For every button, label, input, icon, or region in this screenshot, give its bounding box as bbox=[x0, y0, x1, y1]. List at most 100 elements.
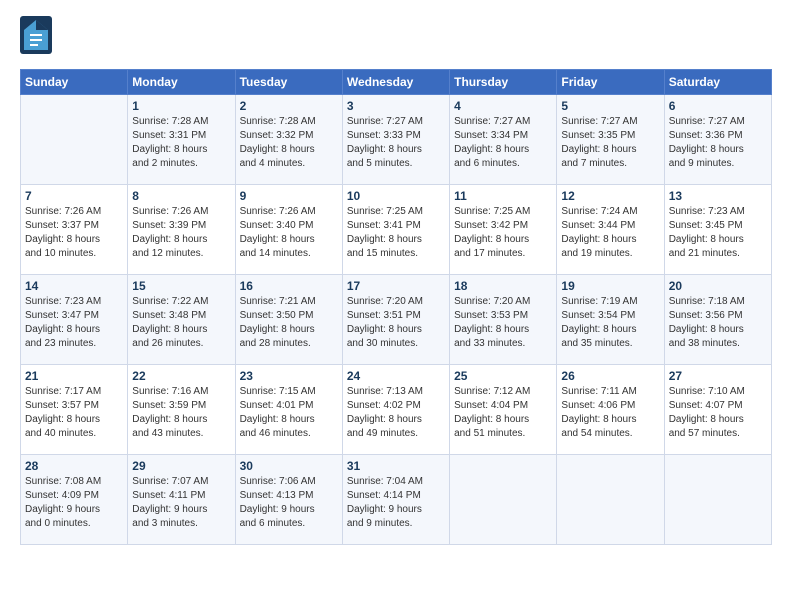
day-number: 13 bbox=[669, 189, 767, 203]
day-number: 11 bbox=[454, 189, 552, 203]
day-cell: 7 Sunrise: 7:26 AM Sunset: 3:37 PM Daylig… bbox=[21, 185, 128, 275]
day-cell: 28 Sunrise: 7:08 AM Sunset: 4:09 PM Dayli… bbox=[21, 455, 128, 545]
day-cell: 10Sunrise: 7:25 AM Sunset: 3:41 PM Dayli… bbox=[342, 185, 449, 275]
day-cell: 25 Sunrise: 7:12 AM Sunset: 4:04 PM Dayli… bbox=[450, 365, 557, 455]
calendar-table: SundayMondayTuesdayWednesdayThursdayFrid… bbox=[20, 69, 772, 545]
day-number: 1 bbox=[132, 99, 230, 113]
day-cell: 6 Sunrise: 7:27 AM Sunset: 3:36 PM Daylig… bbox=[664, 95, 771, 185]
day-cell: 12Sunrise: 7:24 AM Sunset: 3:44 PM Dayli… bbox=[557, 185, 664, 275]
day-number: 17 bbox=[347, 279, 445, 293]
weekday-header-thursday: Thursday bbox=[450, 70, 557, 95]
day-number: 12 bbox=[561, 189, 659, 203]
day-cell: 13 Sunrise: 7:23 AM Sunset: 3:45 PM Dayli… bbox=[664, 185, 771, 275]
day-info: Sunrise: 7:18 AM Sunset: 3:56 PM Dayligh… bbox=[669, 295, 767, 351]
day-cell: 5 Sunrise: 7:27 AM Sunset: 3:35 PM Daylig… bbox=[557, 95, 664, 185]
day-cell: 26 Sunrise: 7:11 AM Sunset: 4:06 PM Dayli… bbox=[557, 365, 664, 455]
day-cell bbox=[557, 455, 664, 545]
day-number: 8 bbox=[132, 189, 230, 203]
day-info: Sunrise: 7:19 AM Sunset: 3:54 PM Dayligh… bbox=[561, 295, 659, 351]
day-info: Sunrise: 7:08 AM Sunset: 4:09 PM Dayligh… bbox=[25, 475, 123, 531]
day-number: 23 bbox=[240, 369, 338, 383]
day-number: 9 bbox=[240, 189, 338, 203]
day-info: Sunrise: 7:28 AM Sunset: 3:31 PM Dayligh… bbox=[132, 115, 230, 171]
day-cell: 16Sunrise: 7:21 AM Sunset: 3:50 PM Dayli… bbox=[235, 275, 342, 365]
day-number: 19 bbox=[561, 279, 659, 293]
day-info: Sunrise: 7:13 AM Sunset: 4:02 PM Dayligh… bbox=[347, 385, 445, 441]
day-info: Sunrise: 7:15 AM Sunset: 4:01 PM Dayligh… bbox=[240, 385, 338, 441]
day-number: 6 bbox=[669, 99, 767, 113]
day-info: Sunrise: 7:10 AM Sunset: 4:07 PM Dayligh… bbox=[669, 385, 767, 441]
day-info: Sunrise: 7:26 AM Sunset: 3:37 PM Dayligh… bbox=[25, 205, 123, 261]
day-cell: 15 Sunrise: 7:22 AM Sunset: 3:48 PM Dayli… bbox=[128, 275, 235, 365]
day-cell: 18Sunrise: 7:20 AM Sunset: 3:53 PM Dayli… bbox=[450, 275, 557, 365]
day-info: Sunrise: 7:06 AM Sunset: 4:13 PM Dayligh… bbox=[240, 475, 338, 531]
day-cell: 24 Sunrise: 7:13 AM Sunset: 4:02 PM Dayli… bbox=[342, 365, 449, 455]
day-info: Sunrise: 7:27 AM Sunset: 3:35 PM Dayligh… bbox=[561, 115, 659, 171]
weekday-header-row: SundayMondayTuesdayWednesdayThursdayFrid… bbox=[21, 70, 772, 95]
logo-icon bbox=[20, 16, 52, 54]
weekday-header-monday: Monday bbox=[128, 70, 235, 95]
day-info: Sunrise: 7:22 AM Sunset: 3:48 PM Dayligh… bbox=[132, 295, 230, 351]
day-number: 5 bbox=[561, 99, 659, 113]
day-number: 20 bbox=[669, 279, 767, 293]
logo bbox=[20, 16, 56, 59]
day-info: Sunrise: 7:27 AM Sunset: 3:36 PM Dayligh… bbox=[669, 115, 767, 171]
weekday-header-tuesday: Tuesday bbox=[235, 70, 342, 95]
day-cell: 1 Sunrise: 7:28 AM Sunset: 3:31 PM Daylig… bbox=[128, 95, 235, 185]
weekday-header-friday: Friday bbox=[557, 70, 664, 95]
day-info: Sunrise: 7:26 AM Sunset: 3:40 PM Dayligh… bbox=[240, 205, 338, 261]
day-info: Sunrise: 7:11 AM Sunset: 4:06 PM Dayligh… bbox=[561, 385, 659, 441]
day-number: 27 bbox=[669, 369, 767, 383]
week-row-3: 14 Sunrise: 7:23 AM Sunset: 3:47 PM Dayli… bbox=[21, 275, 772, 365]
day-number: 15 bbox=[132, 279, 230, 293]
day-cell bbox=[450, 455, 557, 545]
day-info: Sunrise: 7:07 AM Sunset: 4:11 PM Dayligh… bbox=[132, 475, 230, 531]
day-cell: 3Sunrise: 7:27 AM Sunset: 3:33 PM Daylig… bbox=[342, 95, 449, 185]
day-number: 7 bbox=[25, 189, 123, 203]
day-info: Sunrise: 7:20 AM Sunset: 3:51 PM Dayligh… bbox=[347, 295, 445, 351]
day-info: Sunrise: 7:28 AM Sunset: 3:32 PM Dayligh… bbox=[240, 115, 338, 171]
day-info: Sunrise: 7:23 AM Sunset: 3:47 PM Dayligh… bbox=[25, 295, 123, 351]
day-cell bbox=[664, 455, 771, 545]
day-cell bbox=[21, 95, 128, 185]
day-number: 2 bbox=[240, 99, 338, 113]
day-cell: 19 Sunrise: 7:19 AM Sunset: 3:54 PM Dayli… bbox=[557, 275, 664, 365]
day-cell: 21Sunrise: 7:17 AM Sunset: 3:57 PM Dayli… bbox=[21, 365, 128, 455]
day-number: 14 bbox=[25, 279, 123, 293]
day-info: Sunrise: 7:12 AM Sunset: 4:04 PM Dayligh… bbox=[454, 385, 552, 441]
day-cell: 9 Sunrise: 7:26 AM Sunset: 3:40 PM Daylig… bbox=[235, 185, 342, 275]
weekday-header-saturday: Saturday bbox=[664, 70, 771, 95]
weekday-header-wednesday: Wednesday bbox=[342, 70, 449, 95]
day-cell: 22Sunrise: 7:16 AM Sunset: 3:59 PM Dayli… bbox=[128, 365, 235, 455]
day-cell: 30 Sunrise: 7:06 AM Sunset: 4:13 PM Dayli… bbox=[235, 455, 342, 545]
day-number: 4 bbox=[454, 99, 552, 113]
day-number: 24 bbox=[347, 369, 445, 383]
day-number: 28 bbox=[25, 459, 123, 473]
week-row-5: 28 Sunrise: 7:08 AM Sunset: 4:09 PM Dayli… bbox=[21, 455, 772, 545]
day-cell: 4 Sunrise: 7:27 AM Sunset: 3:34 PM Daylig… bbox=[450, 95, 557, 185]
header bbox=[20, 16, 772, 59]
day-info: Sunrise: 7:27 AM Sunset: 3:33 PM Dayligh… bbox=[347, 115, 445, 171]
day-info: Sunrise: 7:04 AM Sunset: 4:14 PM Dayligh… bbox=[347, 475, 445, 531]
weekday-header-sunday: Sunday bbox=[21, 70, 128, 95]
day-info: Sunrise: 7:26 AM Sunset: 3:39 PM Dayligh… bbox=[132, 205, 230, 261]
day-number: 25 bbox=[454, 369, 552, 383]
day-cell: 8 Sunrise: 7:26 AM Sunset: 3:39 PM Daylig… bbox=[128, 185, 235, 275]
day-info: Sunrise: 7:25 AM Sunset: 3:42 PM Dayligh… bbox=[454, 205, 552, 261]
page: SundayMondayTuesdayWednesdayThursdayFrid… bbox=[0, 0, 792, 612]
day-info: Sunrise: 7:20 AM Sunset: 3:53 PM Dayligh… bbox=[454, 295, 552, 351]
day-cell: 20 Sunrise: 7:18 AM Sunset: 3:56 PM Dayli… bbox=[664, 275, 771, 365]
day-info: Sunrise: 7:23 AM Sunset: 3:45 PM Dayligh… bbox=[669, 205, 767, 261]
day-cell: 29 Sunrise: 7:07 AM Sunset: 4:11 PM Dayli… bbox=[128, 455, 235, 545]
day-cell: 31Sunrise: 7:04 AM Sunset: 4:14 PM Dayli… bbox=[342, 455, 449, 545]
day-number: 16 bbox=[240, 279, 338, 293]
day-number: 30 bbox=[240, 459, 338, 473]
day-cell: 14 Sunrise: 7:23 AM Sunset: 3:47 PM Dayli… bbox=[21, 275, 128, 365]
day-number: 26 bbox=[561, 369, 659, 383]
day-info: Sunrise: 7:17 AM Sunset: 3:57 PM Dayligh… bbox=[25, 385, 123, 441]
day-cell: 2 Sunrise: 7:28 AM Sunset: 3:32 PM Daylig… bbox=[235, 95, 342, 185]
day-number: 29 bbox=[132, 459, 230, 473]
week-row-4: 21Sunrise: 7:17 AM Sunset: 3:57 PM Dayli… bbox=[21, 365, 772, 455]
day-info: Sunrise: 7:27 AM Sunset: 3:34 PM Dayligh… bbox=[454, 115, 552, 171]
day-info: Sunrise: 7:16 AM Sunset: 3:59 PM Dayligh… bbox=[132, 385, 230, 441]
